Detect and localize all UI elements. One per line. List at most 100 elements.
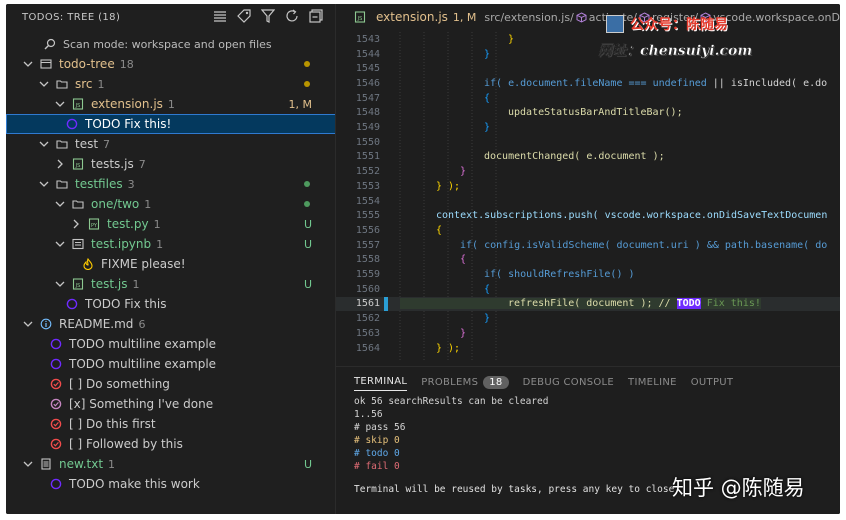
chevron-down-icon[interactable]	[38, 78, 50, 90]
code-line: 1551 documentChanged( e.document );	[336, 150, 840, 165]
breadcrumb-file[interactable]: extension.js	[376, 10, 448, 24]
code-text: } );	[436, 342, 461, 354]
refresh-icon[interactable]	[284, 8, 300, 24]
unchecked-circle-icon	[48, 376, 64, 392]
line-number: 1553	[355, 180, 380, 192]
tree-item-extension-js[interactable]: JS extension.js 1 1, M	[6, 94, 335, 114]
tree-item-test-js[interactable]: JS test.js 1 U	[6, 274, 335, 294]
tree-item-todo-tree[interactable]: todo-tree 18	[6, 54, 335, 74]
vscode-window: TODOS: TREE (18) Scan mode: workspace an…	[6, 4, 840, 514]
tree-item-label: tests.js	[91, 157, 134, 171]
code-text: documentChanged( e.document );	[484, 151, 665, 163]
todo-item[interactable]: TODO make this work	[6, 474, 335, 494]
tree-item-new-txt[interactable]: new.txt 1 U	[6, 454, 335, 474]
chevron-down-icon[interactable]	[54, 198, 66, 210]
todo-item[interactable]: [ ] Do this first	[6, 414, 335, 434]
todo-circle-icon	[48, 336, 64, 352]
editor-group: JS extension.js 1, M src/extension.js/ a…	[336, 4, 840, 514]
tree-item-label: one/two	[91, 197, 140, 211]
list-flat-icon[interactable]	[212, 8, 228, 24]
code-text: }	[460, 327, 467, 339]
code-text: {	[484, 283, 491, 295]
todo-highlight: TODO	[676, 298, 701, 310]
git-modified-gutter	[384, 296, 388, 311]
line-number: 1563	[355, 327, 380, 339]
chevron-down-icon[interactable]	[54, 238, 66, 250]
tab-label: TIMELINE	[628, 376, 677, 388]
code-text: updateStatusBarAndTitleBar();	[508, 107, 683, 119]
todo-text: [x] Something I've done	[69, 397, 214, 411]
todo-item[interactable]: FIXME please!	[6, 254, 335, 274]
tree-item-testfiles[interactable]: testfiles 3	[6, 174, 335, 194]
todo-text: [ ] Do something	[69, 377, 170, 391]
tab-debug-console[interactable]: DEBUG CONSOLE	[523, 373, 614, 391]
untracked-dot	[304, 181, 310, 187]
breadcrumb-status: 1, M	[452, 10, 477, 24]
tag-icon[interactable]	[236, 8, 252, 24]
flame-icon	[80, 256, 96, 272]
svg-text:PY: PY	[91, 223, 98, 229]
terminal-line: # skip 0	[354, 435, 400, 446]
todo-count: 1	[132, 277, 140, 291]
panel-tabs: TERMINAL PROBLEMS 18 DEBUG CONSOLE TIMELI…	[354, 373, 733, 391]
code-text: {	[484, 92, 491, 104]
terminal-line: Terminal will be reused by tasks, press …	[354, 484, 675, 495]
folder-icon	[54, 136, 70, 152]
tree-item-readme[interactable]: README.md 6	[6, 314, 335, 334]
tree-item-test-py[interactable]: PY test.py 1 U	[6, 214, 335, 234]
todo-item[interactable]: [ ] Followed by this	[6, 434, 335, 454]
scan-mode-row[interactable]: Scan mode: workspace and open files	[6, 34, 335, 54]
todo-count: 1	[156, 237, 164, 251]
code-line: 1560 {	[336, 282, 840, 297]
tab-terminal[interactable]: TERMINAL	[354, 373, 408, 391]
line-number: 1546	[355, 77, 380, 89]
svg-text:JS: JS	[75, 283, 81, 289]
todo-item[interactable]: TODO multiline example	[6, 334, 335, 354]
tree-item-test[interactable]: test 7	[6, 134, 335, 154]
chevron-down-icon[interactable]	[38, 178, 50, 190]
line-number: 1544	[355, 48, 380, 60]
tree-item-label: test	[75, 137, 99, 151]
todo-count: 18	[119, 57, 134, 71]
code-line: 1549}	[336, 120, 840, 135]
todo-text: [ ] Do this first	[69, 417, 156, 431]
code-line: 1564} );	[336, 341, 840, 356]
chevron-down-icon[interactable]	[38, 138, 50, 150]
todo-item-selected[interactable]: TODO Fix this!	[6, 114, 335, 134]
tab-timeline[interactable]: TIMELINE	[628, 373, 677, 391]
collapse-all-icon[interactable]	[308, 8, 324, 24]
chevron-down-icon[interactable]	[22, 58, 34, 70]
tab-problems[interactable]: PROBLEMS 18	[421, 373, 509, 391]
tree-item-tests-js[interactable]: JS tests.js 7	[6, 154, 335, 174]
todo-text: TODO multiline example	[69, 357, 217, 371]
tree-item-label: src	[75, 77, 93, 91]
todo-item[interactable]: [x] Something I've done	[6, 394, 335, 414]
chevron-down-icon[interactable]	[22, 458, 34, 470]
svg-text:JS: JS	[357, 16, 363, 22]
todo-circle-icon	[48, 476, 64, 492]
tree-item-test-ipynb[interactable]: test.ipynb 1 U	[6, 234, 335, 254]
info-icon	[38, 316, 54, 332]
code-line: 1550	[336, 135, 840, 150]
todo-item[interactable]: [ ] Do something	[6, 374, 335, 394]
code-line: 1554	[336, 194, 840, 209]
chevron-right-icon[interactable]	[70, 218, 82, 230]
tree-item-label: test.js	[91, 277, 128, 291]
chevron-down-icon[interactable]	[54, 278, 66, 290]
scan-mode-label: Scan mode: workspace and open files	[63, 37, 272, 51]
js-file-icon: JS	[354, 9, 366, 25]
chevron-down-icon[interactable]	[22, 318, 34, 330]
filter-icon[interactable]	[260, 8, 276, 24]
problems-badge: 18	[483, 375, 509, 389]
todo-item[interactable]: TODO multiline example	[6, 354, 335, 374]
notebook-file-icon	[70, 236, 86, 252]
chevron-down-icon[interactable]	[54, 98, 66, 110]
tree-item-label: testfiles	[75, 177, 123, 191]
tree-item-one-two[interactable]: one/two 1	[6, 194, 335, 214]
tree-item-src[interactable]: src 1	[6, 74, 335, 94]
chevron-right-icon[interactable]	[54, 158, 66, 170]
todo-item[interactable]: TODO Fix this	[6, 294, 335, 314]
breadcrumb-path[interactable]: src/extension.js/	[484, 11, 573, 24]
tab-label: DEBUG CONSOLE	[522, 376, 615, 388]
tab-output[interactable]: OUTPUT	[691, 373, 734, 391]
